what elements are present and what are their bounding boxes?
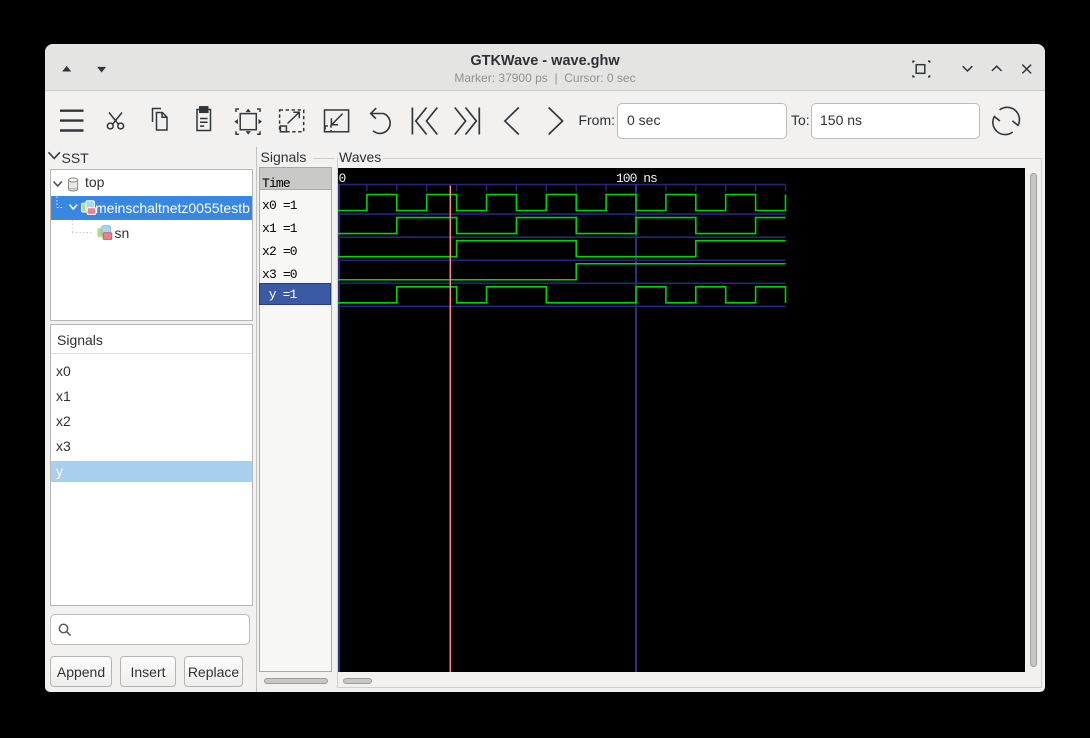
svg-text:100 ns: 100 ns — [616, 171, 657, 186]
svg-text:0: 0 — [339, 171, 346, 186]
